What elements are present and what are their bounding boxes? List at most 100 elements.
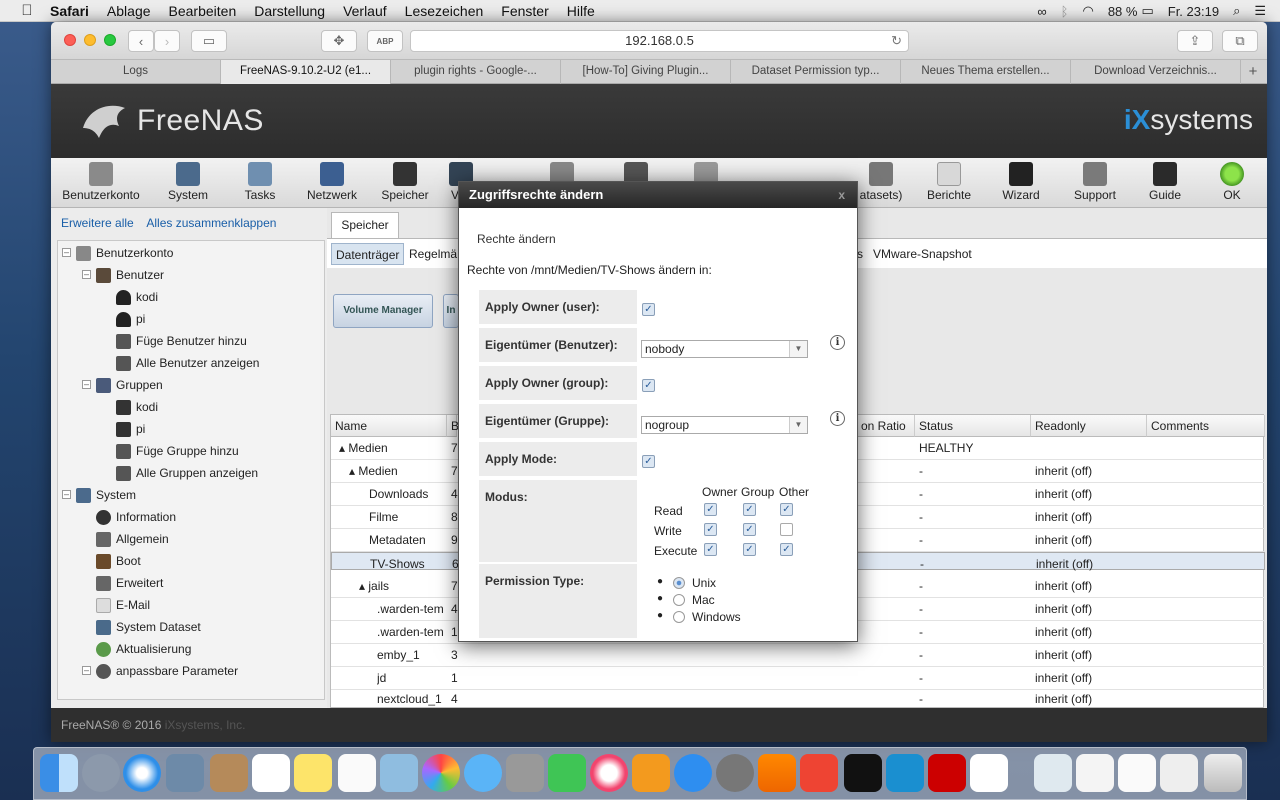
subtab-datentraeger[interactable]: Datenträger	[331, 243, 405, 265]
bluetooth-icon[interactable]: ᛒ	[1061, 4, 1069, 19]
menu-lesezeichen[interactable]: Lesezeichen	[405, 3, 484, 19]
column-b[interactable]: B	[447, 415, 459, 437]
tree-add-group[interactable]: Füge Gruppe hinzu	[116, 440, 239, 462]
table-row[interactable]: nextcloud_1 4- inherit (off)	[331, 690, 1265, 708]
recent-window-2-icon[interactable]	[1118, 754, 1156, 792]
tab-download-verzeichnis[interactable]: Download Verzeichnis...	[1071, 60, 1241, 84]
vlc-icon[interactable]	[758, 754, 796, 792]
menu-bearbeiten[interactable]: Bearbeiten	[169, 3, 237, 19]
collapse-toggle-benutzerkonto[interactable]: –	[62, 248, 71, 257]
collapse-toggle-gruppen[interactable]: –	[82, 380, 91, 389]
kodi-icon[interactable]	[886, 754, 924, 792]
nav-netzwerk[interactable]: Netzwerk	[303, 158, 361, 208]
expand-toggle-tunables[interactable]: –	[82, 666, 91, 675]
permission-mac-radio[interactable]	[673, 594, 685, 606]
launchpad-icon[interactable]	[82, 754, 120, 792]
tree-email[interactable]: E-Mail	[96, 594, 150, 616]
nav-benutzerkonto[interactable]: Benutzerkonto	[59, 158, 143, 208]
tree-erweitert[interactable]: Erweitert	[96, 572, 163, 594]
read-other-checkbox[interactable]: ✓	[780, 503, 793, 516]
menu-app-safari[interactable]: Safari	[50, 3, 89, 19]
subtab-vmware-snapshot[interactable]: VMware-Snapshot	[869, 243, 976, 265]
address-bar[interactable]: 192.168.0.5 ↻	[410, 30, 909, 52]
tree-view-users[interactable]: Alle Benutzer anzeigen	[116, 352, 259, 374]
tab-speicher[interactable]: Speicher	[331, 212, 399, 238]
column-compression-ratio[interactable]: on Ratio	[857, 415, 915, 437]
tunnel-icon[interactable]: ∞	[1037, 4, 1046, 19]
table-row[interactable]: emby_1 3- inherit (off)	[331, 644, 1265, 667]
tab-giving-plugin[interactable]: [How-To] Giving Plugin...	[561, 60, 731, 84]
sidebar-toggle-icon[interactable]: ▭	[191, 30, 227, 52]
messages-icon[interactable]	[464, 754, 502, 792]
itunes-icon[interactable]	[590, 754, 628, 792]
nav-support[interactable]: Support	[1067, 158, 1123, 208]
menu-fenster[interactable]: Fenster	[501, 3, 548, 19]
execute-owner-checkbox[interactable]: ✓	[704, 543, 717, 556]
adblock-icon[interactable]: ABP	[367, 30, 403, 52]
tree-system[interactable]: System	[76, 484, 136, 506]
nav-system[interactable]: System	[159, 158, 217, 208]
read-group-checkbox[interactable]: ✓	[743, 503, 756, 516]
notes-icon[interactable]	[294, 754, 332, 792]
app-store-icon[interactable]	[674, 754, 712, 792]
zoom-window-button[interactable]	[104, 34, 116, 46]
collapse-all-link[interactable]: Alles zusammenklappen	[146, 216, 276, 230]
close-window-button[interactable]	[64, 34, 76, 46]
nav-wizard[interactable]: Wizard	[995, 158, 1047, 208]
tree-boot[interactable]: Boot	[96, 550, 141, 572]
tree-information[interactable]: Information	[96, 506, 176, 528]
tab-neues-thema[interactable]: Neues Thema erstellen...	[901, 60, 1071, 84]
volume-manager-button[interactable]: Volume Manager	[333, 294, 433, 328]
tabs-overview-icon[interactable]: ⧉	[1222, 30, 1258, 52]
nav-speicher[interactable]: Speicher	[375, 158, 435, 208]
tree-user-kodi[interactable]: kodi	[116, 286, 158, 308]
photos-icon[interactable]	[422, 754, 460, 792]
tree-aktualisierung[interactable]: Aktualisierung	[96, 638, 191, 660]
owner-user-select[interactable]: nobody ▼	[641, 340, 808, 358]
reload-icon[interactable]: ↻	[891, 31, 902, 51]
tree-system-dataset[interactable]: System Dataset	[96, 616, 201, 638]
subtab-regelmaessig[interactable]: Regelmä	[405, 243, 461, 265]
new-tab-button[interactable]: +	[1241, 60, 1265, 83]
nav-berichte[interactable]: Berichte	[921, 158, 977, 208]
dialog-close-icon[interactable]: x	[838, 182, 845, 208]
reminders-icon[interactable]	[338, 754, 376, 792]
nav-jails[interactable]: atasets)	[857, 158, 905, 208]
battery-icon[interactable]: ▭	[1141, 3, 1153, 19]
menu-darstellung[interactable]: Darstellung	[254, 3, 325, 19]
notification-center-icon[interactable]: ☰	[1254, 3, 1266, 19]
ixsystems-logo[interactable]: iXsystems	[1124, 104, 1253, 136]
footer-ixsystems-link[interactable]: iXsystems, Inc.	[165, 718, 246, 732]
tab-freenas[interactable]: FreeNAS-9.10.2-U2 (e1...	[221, 60, 391, 84]
share-icon[interactable]: ⇪	[1177, 30, 1213, 52]
back-button[interactable]: ‹	[128, 30, 154, 52]
apply-mode-checkbox[interactable]: ✓	[642, 455, 655, 468]
freenas-logo[interactable]: FreeNAS	[79, 98, 264, 144]
apply-owner-user-checkbox[interactable]: ✓	[642, 303, 655, 316]
owner-group-select[interactable]: nogroup ▼	[641, 416, 808, 434]
remote-desktop-icon[interactable]	[800, 754, 838, 792]
recent-window-3-icon[interactable]	[1160, 754, 1198, 792]
tree-group-pi[interactable]: pi	[116, 418, 145, 440]
safari-icon[interactable]	[123, 754, 161, 792]
tree-view-groups[interactable]: Alle Gruppen anzeigen	[116, 462, 258, 484]
collapse-toggle-system[interactable]: –	[62, 490, 71, 499]
xcode-tools-icon[interactable]	[506, 754, 544, 792]
menu-hilfe[interactable]: Hilfe	[567, 3, 595, 19]
image-capture-icon[interactable]	[380, 754, 418, 792]
trash-icon[interactable]	[1204, 754, 1242, 792]
table-row[interactable]: jd 1- inherit (off)	[331, 667, 1265, 690]
recent-window-1-icon[interactable]	[1076, 754, 1114, 792]
system-preferences-icon[interactable]	[716, 754, 754, 792]
tree-gruppen[interactable]: Gruppen	[96, 374, 163, 396]
expand-all-link[interactable]: Erweitere alle	[61, 216, 134, 230]
tab-logs[interactable]: Logs	[51, 60, 221, 84]
finder-icon[interactable]	[40, 754, 78, 792]
contacts-icon[interactable]	[210, 754, 248, 792]
tree-allgemein[interactable]: Allgemein	[96, 528, 169, 550]
minimize-window-button[interactable]	[84, 34, 96, 46]
column-comments[interactable]: Comments	[1147, 415, 1265, 437]
terminal-icon[interactable]	[844, 754, 882, 792]
tree-benutzerkonto[interactable]: Benutzerkonto	[76, 242, 173, 264]
owner-group-info-icon[interactable]: i	[830, 411, 845, 426]
